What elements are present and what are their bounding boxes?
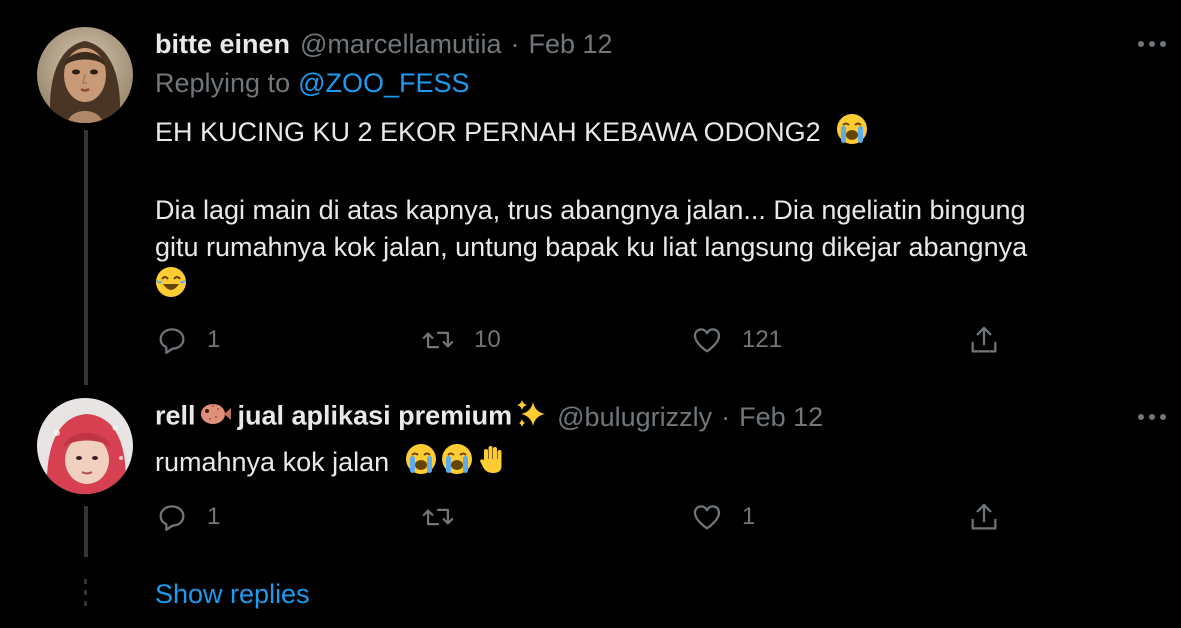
pufferfish-icon [198,400,232,435]
share-button[interactable] [967,497,1001,537]
thread-line [84,506,88,557]
display-name[interactable]: bitte einen [155,29,290,60]
retweet-icon [422,331,454,349]
show-replies-row: Show replies [0,557,1181,628]
like-count: 121 [742,326,783,353]
replying-prefix: Replying to [155,68,291,98]
reply-count: 1 [207,326,221,353]
reply-button[interactable]: 1 [155,497,220,537]
reply-count: 1 [207,503,221,530]
share-icon [971,326,997,353]
avatar[interactable] [37,27,133,123]
raised-hand-icon [477,443,509,485]
user-handle[interactable]: @marcellamutiia [300,29,501,60]
reply-icon [159,328,185,354]
retweet-count: 10 [474,326,501,353]
tweet-date[interactable]: Feb 12 [528,29,612,60]
tweet-actions: 1 10 121 [155,320,1015,360]
avatar-image [37,27,133,123]
heart-icon [693,505,721,530]
like-button[interactable]: 1 [690,497,755,537]
display-name[interactable]: rell jual aplikasi premium [155,398,547,437]
sparkles-icon [515,398,547,437]
like-button[interactable]: 121 [690,320,782,360]
like-count: 1 [742,503,756,530]
user-handle[interactable]: @bulugrizzly [557,402,712,433]
thread-line [84,130,88,385]
replying-to-link[interactable]: @ZOO_FESS [298,68,469,98]
tweet-header: bitte einen @marcellamutiia · Feb 12 [155,26,613,62]
face-with-tears-of-joy-icon [155,266,187,308]
separator-dot: · [721,401,731,432]
tweet-header: rell jual aplikasi premium @bulugrizzly … [155,399,823,435]
reply-button[interactable]: 1 [155,320,220,360]
retweet-button[interactable] [420,497,474,537]
show-replies-link[interactable]: Show replies [155,579,310,610]
tweet-text-line [155,266,187,308]
thread-dots [84,579,88,612]
retweet-icon [422,508,454,526]
loudly-crying-face-icon [441,443,473,485]
more-options-button[interactable] [1134,26,1170,62]
more-options-button[interactable] [1134,399,1170,435]
tweet-actions: 1 1 [155,497,1015,537]
tweet-date[interactable]: Feb 12 [739,402,823,433]
avatar[interactable] [37,398,133,494]
avatar-image [37,398,133,494]
tweet-text-line: EH KUCING KU 2 EKOR PERNAH KEBAWA ODONG2 [155,113,868,155]
tweet-text-line: rumahnya kok jalan [155,443,509,485]
share-button[interactable] [967,320,1001,360]
reply-icon [159,505,185,531]
loudly-crying-face-icon [836,113,868,155]
separator-dot: · [510,28,520,59]
more-icon [1138,414,1166,420]
tweet[interactable]: bitte einen @marcellamutiia · Feb 12 Rep… [0,0,1181,385]
retweet-button[interactable]: 10 [420,320,501,360]
loudly-crying-face-icon [405,443,437,485]
tweet-text-line: Dia lagi main di atas kapnya, trus abang… [155,195,1026,225]
replying-to: Replying to @ZOO_FESS [155,68,470,99]
heart-icon [693,328,721,353]
tweet-text-line: gitu rumahnya kok jalan, untung bapak ku… [155,232,1028,262]
more-icon [1138,41,1166,47]
share-icon [971,503,997,530]
